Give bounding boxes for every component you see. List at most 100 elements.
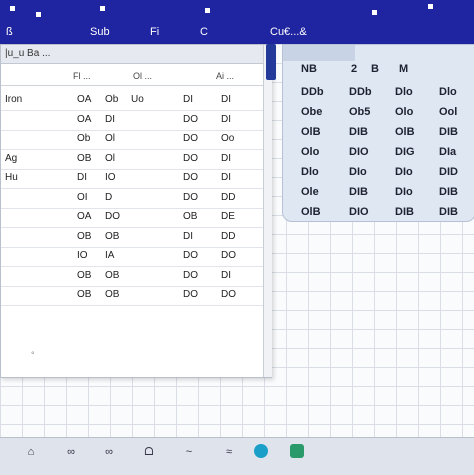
table-cell[interactable]: OB bbox=[105, 289, 119, 300]
gear-icon[interactable] bbox=[372, 10, 377, 15]
table-cell[interactable]: DI bbox=[221, 172, 231, 183]
menu-dot-icon[interactable] bbox=[100, 6, 105, 11]
table-row[interactable]: Obe Ob5 Olo Ool bbox=[283, 103, 474, 123]
table-cell[interactable]: Ob bbox=[77, 133, 90, 144]
link-icon[interactable]: ∞ bbox=[62, 446, 80, 462]
table-cell[interactable]: DIB bbox=[395, 206, 414, 218]
table-row[interactable]: OI D DO DD bbox=[1, 189, 263, 209]
table-cell[interactable]: OA bbox=[77, 211, 91, 222]
menu-item[interactable]: Fi bbox=[150, 26, 159, 38]
table-cell[interactable]: Olo bbox=[395, 106, 413, 118]
table-cell[interactable]: DIB bbox=[349, 186, 368, 198]
table-cell[interactable]: DO bbox=[183, 289, 198, 300]
link-icon[interactable]: ∞ bbox=[100, 446, 118, 462]
table-cell[interactable]: OB bbox=[105, 270, 119, 281]
table-cell[interactable]: DIB bbox=[439, 206, 458, 218]
table-cell[interactable]: DO bbox=[183, 133, 198, 144]
table-row[interactable]: OB OB DI DD bbox=[1, 228, 263, 248]
table-cell[interactable]: OlB bbox=[301, 206, 321, 218]
table-cell[interactable]: Ob bbox=[105, 94, 118, 105]
table-row[interactable]: Olo DIO DIG DIa bbox=[283, 143, 474, 163]
table-cell[interactable]: OA bbox=[77, 94, 91, 105]
table-cell[interactable]: DO bbox=[183, 270, 198, 281]
table-row[interactable]: OlB DIO DIB DIB bbox=[283, 203, 474, 223]
scroll-thumb[interactable] bbox=[266, 44, 276, 80]
wave-icon[interactable]: ~ bbox=[180, 446, 198, 462]
column-header[interactable]: NB bbox=[301, 63, 317, 75]
table-cell[interactable]: DDb bbox=[349, 86, 372, 98]
table-cell[interactable]: OA bbox=[77, 114, 91, 125]
table-cell[interactable]: DIa bbox=[439, 146, 456, 158]
table-cell[interactable]: Ob5 bbox=[349, 106, 370, 118]
table-row[interactable]: Ag OB Ol DO DI bbox=[1, 150, 263, 170]
table-cell[interactable]: DI bbox=[183, 231, 193, 242]
table-cell[interactable]: IO bbox=[77, 250, 88, 261]
menu-item[interactable]: Sub bbox=[90, 26, 110, 38]
table-cell[interactable]: OB bbox=[77, 289, 91, 300]
table-cell[interactable]: DI bbox=[221, 153, 231, 164]
table-cell[interactable]: OlB bbox=[301, 126, 321, 138]
table-row[interactable]: Ob Ol DO Oo bbox=[1, 130, 263, 150]
table-cell[interactable]: OB bbox=[105, 231, 119, 242]
menu-dot-icon[interactable] bbox=[36, 12, 41, 17]
panel-tab[interactable] bbox=[283, 45, 355, 61]
table-cell[interactable]: DD bbox=[221, 231, 235, 242]
table-cell[interactable]: IA bbox=[105, 250, 114, 261]
table-cell[interactable]: OB bbox=[77, 270, 91, 281]
table-cell[interactable]: DIB bbox=[439, 126, 458, 138]
table-row[interactable]: Dlo DIo DIo DID bbox=[283, 163, 474, 183]
column-header[interactable]: Ol ... bbox=[133, 71, 152, 81]
menu-item[interactable]: C bbox=[200, 26, 208, 38]
table-row[interactable]: IO IA DO DO bbox=[1, 247, 263, 267]
column-header[interactable]: Fl ... bbox=[73, 71, 91, 81]
vertical-scrollbar[interactable] bbox=[263, 45, 272, 377]
browser-icon[interactable] bbox=[254, 444, 268, 458]
table-cell[interactable]: Ole bbox=[301, 186, 319, 198]
table-cell[interactable]: Ol bbox=[105, 153, 115, 164]
table-cell[interactable]: DI bbox=[77, 172, 87, 183]
table-cell[interactable]: DIo bbox=[395, 186, 413, 198]
table-cell[interactable]: Olo bbox=[301, 146, 319, 158]
table-row[interactable]: Ole DIB DIo DIB bbox=[283, 183, 474, 203]
table-cell[interactable]: DE bbox=[221, 211, 235, 222]
table-cell[interactable]: Ol bbox=[105, 133, 115, 144]
home-icon[interactable]: ⌂ bbox=[22, 446, 40, 462]
table-cell[interactable]: DIB bbox=[349, 126, 368, 138]
table-row[interactable]: OA DO OB DE bbox=[1, 208, 263, 228]
table-cell[interactable]: OB bbox=[77, 153, 91, 164]
table-row[interactable]: OA DI DO DI bbox=[1, 111, 263, 131]
spreadsheet-app-icon[interactable] bbox=[290, 444, 304, 458]
table-cell[interactable]: DO bbox=[183, 172, 198, 183]
table-cell[interactable]: DIo bbox=[349, 166, 367, 178]
table-cell[interactable]: DIO bbox=[349, 146, 369, 158]
table-cell[interactable]: DIB bbox=[439, 186, 458, 198]
column-header[interactable]: 2 bbox=[351, 63, 357, 75]
table-cell[interactable]: Obe bbox=[301, 106, 322, 118]
table-cell[interactable]: DO bbox=[183, 250, 198, 261]
table-cell[interactable]: Dlo bbox=[395, 86, 413, 98]
table-cell[interactable]: DO bbox=[183, 114, 198, 125]
table-row[interactable]: OB OB DO DI bbox=[1, 267, 263, 287]
table-cell[interactable]: DIo bbox=[395, 166, 413, 178]
table-cell[interactable]: OlB bbox=[395, 126, 415, 138]
window-icon[interactable] bbox=[10, 6, 15, 11]
column-header[interactable]: Ai ... bbox=[216, 71, 234, 81]
table-cell[interactable]: Dlo bbox=[439, 86, 457, 98]
table-row[interactable]: OlB DIB OlB DIB bbox=[283, 123, 474, 143]
table-row[interactable]: DDb DDb Dlo Dlo bbox=[283, 83, 474, 103]
table-cell[interactable]: Ool bbox=[439, 106, 457, 118]
table-cell[interactable]: Dlo bbox=[301, 166, 319, 178]
column-header[interactable]: M bbox=[399, 63, 408, 75]
table-cell[interactable]: Uo bbox=[131, 94, 144, 105]
menu-dot-icon[interactable] bbox=[205, 8, 210, 13]
table-cell[interactable]: DID bbox=[439, 166, 458, 178]
table-row[interactable]: OB OB DO DO bbox=[1, 286, 263, 306]
wave-icon[interactable]: ≈ bbox=[220, 446, 238, 462]
table-cell[interactable]: DO bbox=[105, 211, 120, 222]
table-cell[interactable]: OB bbox=[77, 231, 91, 242]
table-cell[interactable]: DO bbox=[221, 289, 236, 300]
table-cell[interactable]: DO bbox=[183, 153, 198, 164]
table-cell[interactable]: DO bbox=[183, 192, 198, 203]
table-cell[interactable]: OI bbox=[77, 192, 88, 203]
table-cell[interactable]: DO bbox=[221, 250, 236, 261]
